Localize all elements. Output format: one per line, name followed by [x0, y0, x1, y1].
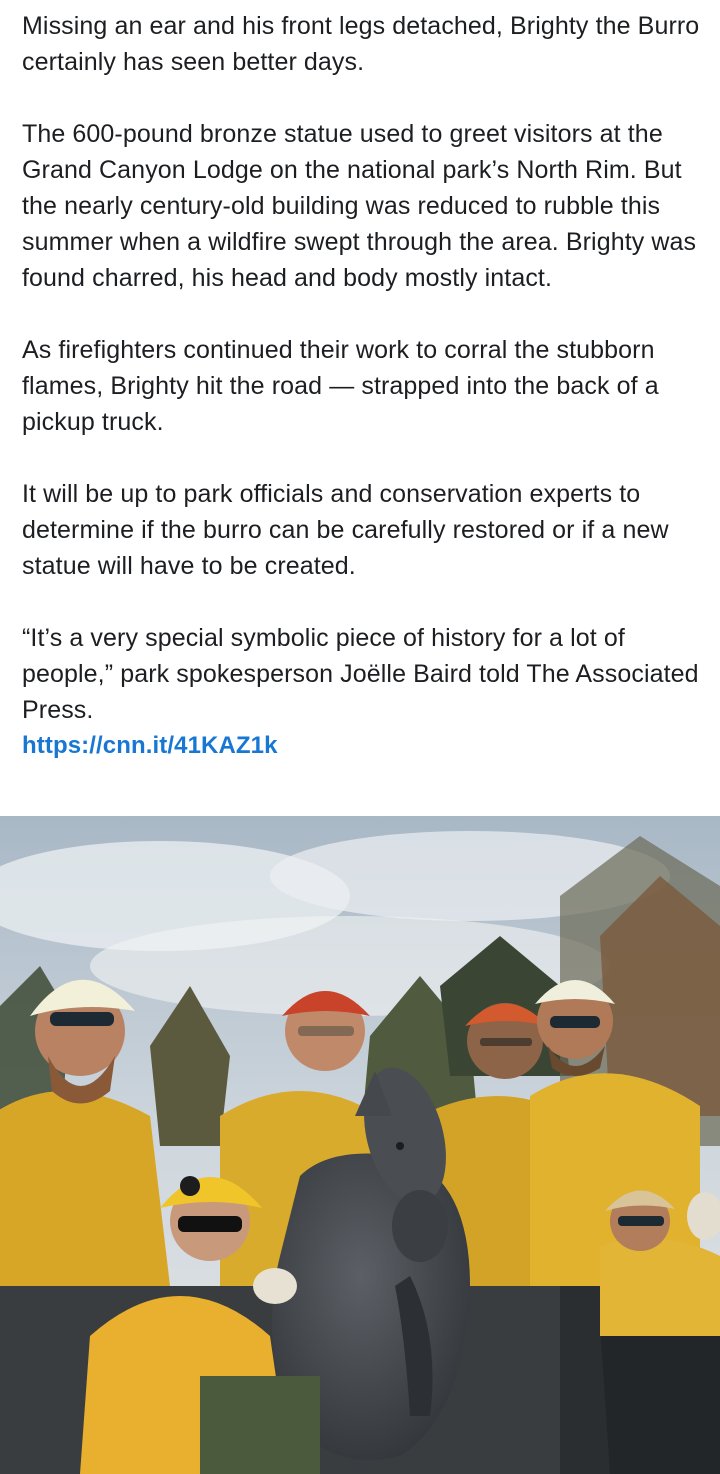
post-photo[interactable] [0, 816, 720, 1474]
article-link[interactable]: https://cnn.it/41KAZ1k [22, 728, 702, 764]
post-paragraph: The 600-pound bronze statue used to gree… [22, 120, 697, 292]
post-paragraph: As firefighters continued their work to … [22, 336, 659, 436]
post-body: Missing an ear and his front legs detach… [22, 8, 702, 764]
firefighters-with-burro-statue-photo [0, 816, 720, 1474]
post-paragraph: “It’s a very special symbolic piece of h… [22, 624, 699, 724]
post-paragraph: Missing an ear and his front legs detach… [22, 12, 700, 76]
post-paragraph: It will be up to park officials and cons… [22, 480, 669, 580]
